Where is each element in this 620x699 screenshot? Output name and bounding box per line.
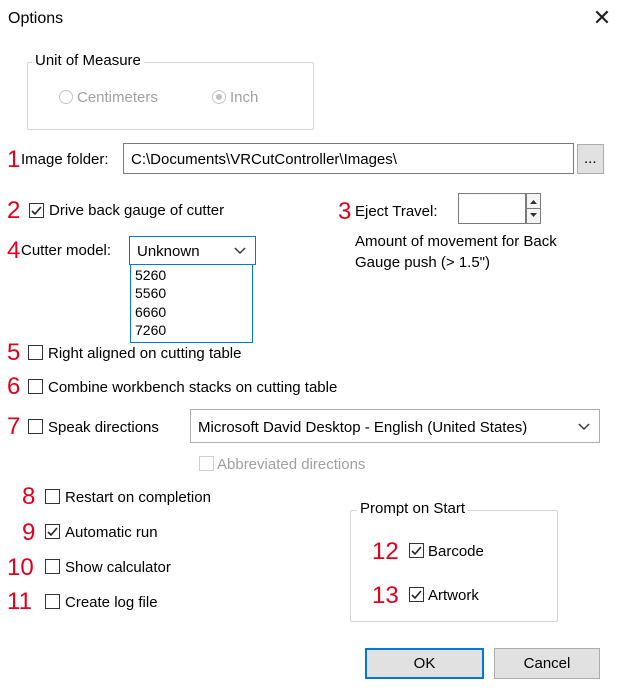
cutter-model-option[interactable]: 7260 <box>135 323 166 337</box>
eject-travel-help-line1: Amount of movement for Back <box>355 233 557 250</box>
barcode-label: Barcode <box>428 543 484 560</box>
cutter-model-select[interactable]: Unknown <box>129 236 256 265</box>
browse-folder-button[interactable]: ... <box>577 144 604 174</box>
callout-number-10: 10 <box>7 554 34 581</box>
cancel-button-label: Cancel <box>523 655 571 672</box>
callout-number-2: 2 <box>7 197 21 224</box>
show-calculator-checkbox[interactable] <box>45 559 60 574</box>
callout-number-3: 3 <box>338 198 352 225</box>
abbreviated-directions-label: Abbreviated directions <box>217 456 366 473</box>
eject-travel-input[interactable] <box>458 193 526 224</box>
callout-number-8: 8 <box>22 483 36 510</box>
callout-number-6: 6 <box>7 373 21 400</box>
callout-number-12: 12 <box>372 538 399 565</box>
close-icon[interactable]: ✕ <box>588 4 616 32</box>
callout-number-7: 7 <box>7 413 21 440</box>
callout-number-11: 11 <box>7 588 32 615</box>
chevron-down-icon <box>234 247 246 254</box>
chevron-down-icon <box>578 423 590 430</box>
image-folder-label: Image folder: <box>21 151 109 168</box>
checkmark-icon <box>411 546 422 556</box>
abbreviated-directions-checkbox[interactable] <box>199 456 214 471</box>
cutter-model-selected: Unknown <box>137 243 200 260</box>
eject-travel-spinner[interactable] <box>526 193 541 224</box>
speak-directions-checkbox[interactable] <box>28 419 43 434</box>
combine-stacks-label: Combine workbench stacks on cutting tabl… <box>48 379 338 396</box>
artwork-label: Artwork <box>428 587 479 604</box>
cancel-button[interactable]: Cancel <box>494 648 600 679</box>
create-log-file-label: Create log file <box>65 594 158 611</box>
callout-number-1: 1 <box>7 146 21 173</box>
automatic-run-label: Automatic run <box>65 524 158 541</box>
dialog-title: Options <box>8 10 64 27</box>
create-log-file-checkbox[interactable] <box>45 594 60 609</box>
automatic-run-checkbox[interactable] <box>45 524 60 539</box>
restart-on-completion-label: Restart on completion <box>65 489 211 506</box>
spinner-arrows-icon <box>527 200 540 217</box>
callout-number-13: 13 <box>372 582 399 609</box>
ok-button[interactable]: OK <box>365 648 484 679</box>
prompt-on-start-label: Prompt on Start <box>357 501 469 516</box>
right-aligned-checkbox[interactable] <box>28 345 43 360</box>
unit-of-measure-label: Unit of Measure <box>32 53 144 68</box>
cutter-model-option[interactable]: 5260 <box>135 268 166 282</box>
ok-button-label: OK <box>413 655 436 672</box>
image-folder-value: C:\Documents\VRCutController\Images\ <box>131 151 397 168</box>
image-folder-input[interactable]: C:\Documents\VRCutController\Images\ <box>123 143 574 174</box>
callout-number-4: 4 <box>7 237 21 264</box>
cutter-model-dropdown-list: 5260 5560 6660 7260 <box>130 264 253 343</box>
show-calculator-label: Show calculator <box>65 559 171 576</box>
centimeters-label: Centimeters <box>77 89 158 106</box>
voice-select[interactable]: Microsoft David Desktop - English (Unite… <box>190 409 600 443</box>
eject-travel-label: Eject Travel: <box>355 203 438 220</box>
cutter-model-option[interactable]: 6660 <box>135 305 166 319</box>
inch-radio[interactable] <box>212 90 226 104</box>
voice-selected: Microsoft David Desktop - English (Unite… <box>198 419 528 436</box>
combine-stacks-checkbox[interactable] <box>28 379 43 394</box>
cutter-model-option[interactable]: 5560 <box>135 286 166 300</box>
centimeters-radio[interactable] <box>59 90 73 104</box>
inch-label: Inch <box>230 89 259 106</box>
restart-on-completion-checkbox[interactable] <box>45 489 60 504</box>
right-aligned-label: Right aligned on cutting table <box>48 345 242 362</box>
cutter-model-label: Cutter model: <box>21 242 112 259</box>
browse-folder-button-label: ... <box>584 150 597 167</box>
speak-directions-label: Speak directions <box>48 419 159 436</box>
drive-back-gauge-checkbox[interactable] <box>29 203 44 218</box>
barcode-checkbox[interactable] <box>409 543 424 558</box>
artwork-checkbox[interactable] <box>409 587 424 602</box>
drive-back-gauge-label: Drive back gauge of cutter <box>49 202 225 219</box>
checkmark-icon <box>47 527 58 537</box>
callout-number-5: 5 <box>7 339 21 366</box>
checkmark-icon <box>411 590 422 600</box>
checkmark-icon <box>31 206 42 216</box>
callout-number-9: 9 <box>22 519 36 546</box>
eject-travel-help-line2: Gauge push (> 1.5") <box>355 254 490 271</box>
